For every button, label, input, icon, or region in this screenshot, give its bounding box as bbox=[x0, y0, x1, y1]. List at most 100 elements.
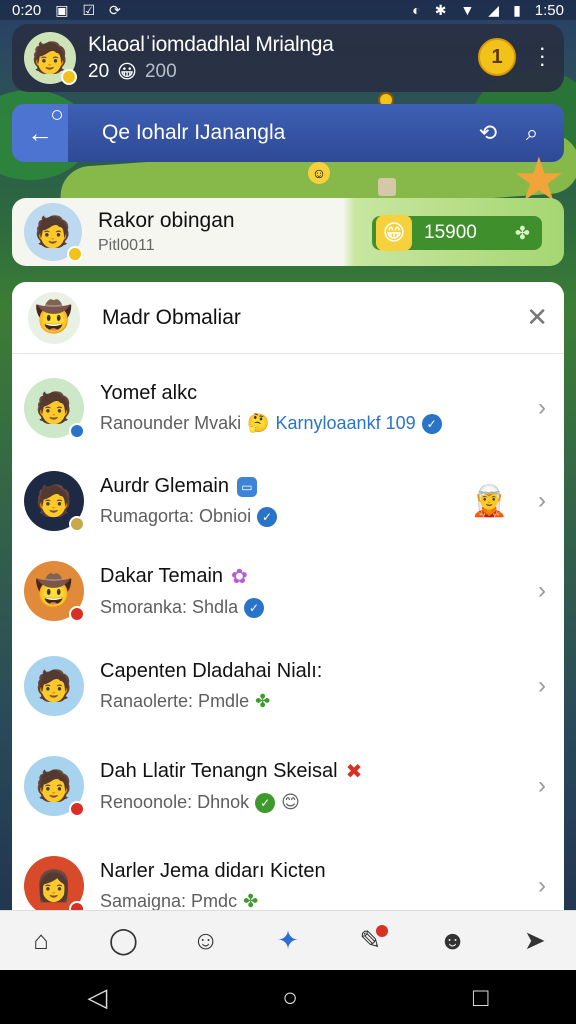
list-item[interactable]: 🧑 Capenten Dladahai Nialı: Ranaolerte: P… bbox=[12, 636, 564, 736]
grin-icon: 😁 bbox=[376, 215, 412, 251]
avatar: 🧑 bbox=[24, 656, 84, 716]
list-item-name: Dah Llatir Tenangn Skeisal bbox=[100, 760, 338, 782]
status-badge bbox=[69, 606, 85, 622]
verified-icon: ✓ bbox=[257, 506, 278, 527]
smile-icon: ☺ bbox=[308, 162, 330, 184]
chevron-right-icon[interactable]: › bbox=[538, 577, 546, 605]
list-item-sub: Samaigna: Pmdc bbox=[100, 891, 238, 910]
coin-button[interactable]: 1 bbox=[478, 38, 516, 76]
avatar: 👩 bbox=[24, 856, 85, 910]
chevron-right-icon[interactable]: › bbox=[538, 672, 546, 700]
list-item-name: Narler Jema didarı Kicten bbox=[100, 860, 326, 882]
verified-icon: ✓ bbox=[421, 413, 442, 434]
system-navigation: ◁ ○ □ bbox=[0, 970, 576, 1024]
profile-level: 20 bbox=[88, 61, 110, 82]
game-controller-icon[interactable]: ✦ bbox=[266, 919, 310, 963]
close-icon[interactable]: ✕ bbox=[526, 302, 548, 333]
list-item-name: Yomef alkc bbox=[100, 382, 198, 404]
avatar: 🧑 bbox=[24, 203, 83, 262]
chat-icon[interactable]: ◯ bbox=[101, 919, 145, 963]
check-icon: ✓ bbox=[255, 792, 276, 813]
home-icon[interactable]: ⌂ bbox=[19, 919, 63, 963]
clover-icon: ✤ bbox=[243, 891, 259, 910]
back-icon[interactable]: ◁ bbox=[87, 982, 107, 1013]
status-badge bbox=[69, 801, 85, 817]
hand-icon: 🤔 bbox=[247, 413, 270, 433]
recents-icon[interactable]: □ bbox=[473, 982, 489, 1013]
bluetooth-icon: ✱ bbox=[434, 1, 447, 18]
highlight-card[interactable]: 🧑 Rakor obingan Pitl0011 😁 15900 ✤ bbox=[12, 198, 564, 266]
list-item-link[interactable]: Karnyloaankf 109 bbox=[276, 413, 416, 434]
wifi-icon: ▼ bbox=[460, 2, 475, 18]
list-item-sub: Ranounder Mvaki bbox=[100, 413, 242, 433]
profile-name: Klaoalˈiomdadhlal Mrialnga bbox=[88, 32, 334, 56]
list-item-sub: Smoranka: Shdla bbox=[100, 597, 239, 617]
status-bar: 0:20 ▣ ☑ ⟳ ◐ ✱ ▼ ◢ ▮ 1:50 bbox=[0, 0, 576, 20]
avatar: 🤠 bbox=[24, 561, 85, 622]
chevron-right-icon[interactable]: › bbox=[538, 872, 546, 900]
robot-icon[interactable]: ☻ bbox=[431, 919, 475, 963]
notifications-icon[interactable]: ✎ bbox=[348, 919, 392, 963]
smile-icon: 😊 bbox=[281, 792, 300, 812]
list-item[interactable]: 🧑 Yomef alkc Ranounder Mvaki 🤔 Karnyloaa… bbox=[12, 360, 564, 456]
status-badge bbox=[67, 246, 83, 262]
chevron-right-icon[interactable]: › bbox=[538, 394, 546, 422]
notification-badge bbox=[376, 924, 389, 937]
friends-list-panel: 🤠 Madr Obmaliar ✕ 🧑 Yomef alkc Ranounder… bbox=[12, 282, 564, 910]
home-icon[interactable]: ○ bbox=[282, 982, 298, 1013]
back-button[interactable]: ← bbox=[12, 104, 68, 162]
character-icon: 🧝 bbox=[470, 484, 508, 518]
list-item-name: Dakar Temain bbox=[100, 565, 224, 587]
bottom-navigation: ⌂ ◯ ☺ ✦ ✎ ☻ ➤ bbox=[0, 910, 576, 970]
verified-icon: ✓ bbox=[244, 597, 265, 618]
profile-header: 🧑 Klaoalˈiomdadhlal Mrialnga 20 😀 200 1 … bbox=[12, 24, 564, 92]
send-icon[interactable]: ➤ bbox=[513, 919, 557, 963]
search-title[interactable]: Qe Iohalr IJanangla bbox=[102, 121, 466, 145]
profile-points: 200 bbox=[144, 61, 177, 82]
chevron-right-icon[interactable]: › bbox=[538, 487, 546, 515]
sync-icon: ⟳ bbox=[109, 1, 121, 18]
check-icon: ☑ bbox=[82, 1, 95, 18]
list-item-sub: Rumagorta: Obnioi bbox=[100, 506, 252, 526]
clover-icon: ✤ bbox=[514, 222, 530, 243]
cross-icon: ✖ bbox=[345, 761, 363, 783]
list-item[interactable]: 👩 Narler Jema didarı Kicten Samaigna: Pm… bbox=[12, 836, 564, 910]
nfc-icon: ◐ bbox=[412, 2, 421, 18]
list-item[interactable]: 🧑 Aurdr Glemain ▭ Rumagorta: Obnioi ✓ 🧝 … bbox=[12, 456, 564, 546]
refresh-icon[interactable]: ⟲ bbox=[466, 111, 510, 155]
status-badge bbox=[61, 69, 77, 85]
avatar: 🧑 bbox=[24, 756, 85, 817]
battery-icon: ▮ bbox=[513, 1, 521, 18]
score-pill[interactable]: 😁 15900 ✤ bbox=[372, 215, 542, 251]
list-item[interactable]: 🤠 Dakar Temain ✿ Smoranka: Shdla ✓ › bbox=[12, 546, 564, 636]
explorer-icon: 🤠 bbox=[28, 291, 80, 344]
status-time: 0:20 bbox=[12, 1, 42, 19]
score-value: 15900 bbox=[424, 222, 477, 243]
list-header: 🤠 Madr Obmaliar ✕ bbox=[12, 282, 564, 354]
status-badge bbox=[69, 516, 85, 532]
sign-icon bbox=[378, 178, 396, 196]
avatar: 🧑 bbox=[24, 471, 85, 532]
badge-icon bbox=[52, 110, 62, 120]
flower-icon: ✿ bbox=[231, 566, 248, 588]
screenshot-icon: ▣ bbox=[55, 1, 69, 18]
user-face-icon: 🧑 bbox=[24, 656, 84, 716]
highlight-name: Rakor obingan bbox=[98, 209, 235, 232]
status-clock: 1:50 bbox=[534, 1, 564, 19]
list-item[interactable]: 🧑 Dah Llatir Tenangn Skeisal ✖ Renoonole… bbox=[12, 736, 564, 836]
list-title: Madr Obmaliar bbox=[102, 305, 241, 329]
avatar[interactable]: 🧑 bbox=[24, 32, 77, 85]
arrow-left-icon: ← bbox=[27, 117, 53, 148]
list-item-name: Aurdr Glemain bbox=[100, 475, 229, 497]
status-badge bbox=[69, 901, 85, 910]
smile-icon: 😀 bbox=[117, 61, 137, 83]
list-item-sub: Renoonole: Dhnok bbox=[100, 792, 250, 812]
list-item-name: Capenten Dladahai Nialı: bbox=[100, 660, 323, 682]
emoji-icon[interactable]: ☺ bbox=[184, 919, 228, 963]
list-item-sub: Ranaolerte: Pmdle bbox=[100, 691, 250, 711]
more-menu-icon[interactable]: · · · bbox=[539, 37, 546, 75]
chevron-right-icon[interactable]: › bbox=[538, 772, 546, 800]
avatar: 🧑 bbox=[24, 378, 85, 439]
highlight-subtitle: Pitl0011 bbox=[98, 237, 155, 254]
clover-icon: ✤ bbox=[255, 691, 271, 711]
